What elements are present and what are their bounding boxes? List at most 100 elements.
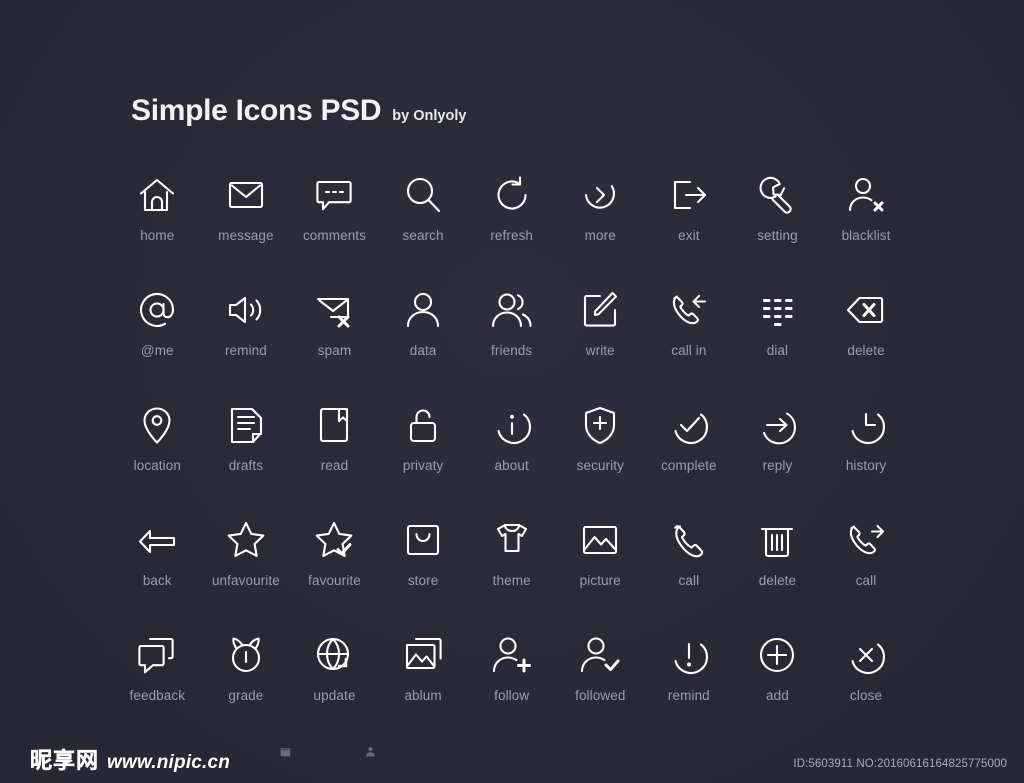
icon-cell-globe-update[interactable]: update [290, 628, 379, 743]
speaker-icon[interactable] [224, 283, 268, 337]
user-check-icon[interactable] [578, 628, 622, 682]
icon-cell-arrow-left[interactable]: back [113, 513, 202, 628]
at-sign-icon[interactable] [135, 283, 179, 337]
icon-label: history [845, 458, 887, 473]
backspace-x-icon[interactable] [844, 283, 888, 337]
icon-cell-users[interactable]: friends [467, 283, 556, 398]
icon-cell-star-outline[interactable]: unfavourite [202, 513, 291, 628]
icon-label: store [407, 573, 439, 588]
icon-cell-trash[interactable]: delete [733, 513, 822, 628]
icon-cell-user-plus[interactable]: follow [467, 628, 556, 743]
star-check-icon[interactable] [312, 513, 356, 567]
speech-bubble-dots-icon[interactable] [312, 168, 356, 222]
icon-cell-info-circle[interactable]: about [467, 398, 556, 513]
icon-cell-backspace-x[interactable]: delete [822, 283, 911, 398]
book-icon[interactable] [312, 398, 356, 452]
info-circle-icon[interactable] [490, 398, 534, 452]
icon-cell-refresh-arrow[interactable]: refresh [467, 168, 556, 283]
icon-cell-dial-pad[interactable]: dial [733, 283, 822, 398]
icon-cell-chat-windows[interactable]: feedback [113, 628, 202, 743]
icon-label: comments [302, 228, 367, 243]
icon-cell-clock[interactable]: history [822, 398, 911, 513]
envelope-x-icon[interactable] [312, 283, 356, 337]
users-icon[interactable] [490, 283, 534, 337]
icon-cell-draft-page[interactable]: drafts [202, 398, 291, 513]
refresh-arrow-icon[interactable] [490, 168, 534, 222]
icon-cell-speech-bubble-dots[interactable]: comments [290, 168, 379, 283]
image-icon[interactable] [578, 513, 622, 567]
tshirt-icon[interactable] [490, 513, 534, 567]
icon-label: delete [758, 573, 797, 588]
shield-plus-icon[interactable] [578, 398, 622, 452]
dial-pad-icon[interactable] [755, 283, 799, 337]
icon-cell-magnifier[interactable]: search [379, 168, 468, 283]
phone-icon[interactable] [667, 513, 711, 567]
icon-cell-plus-circle[interactable]: add [733, 628, 822, 743]
globe-update-icon[interactable] [312, 628, 356, 682]
icon-cell-open-lock[interactable]: privaty [379, 398, 468, 513]
clock-icon[interactable] [844, 398, 888, 452]
user-icon[interactable] [401, 283, 445, 337]
user-x-icon[interactable] [844, 168, 888, 222]
icon-label: followed [575, 688, 626, 703]
icon-cell-envelope-x[interactable]: spam [290, 283, 379, 398]
star-outline-icon[interactable] [224, 513, 268, 567]
icon-cell-star-check[interactable]: favourite [290, 513, 379, 628]
exit-arrow-icon[interactable] [667, 168, 711, 222]
icon-cell-chevron-right-circle[interactable]: more [556, 168, 645, 283]
x-circle-icon[interactable] [844, 628, 888, 682]
icon-cell-check-circle[interactable]: complete [645, 398, 734, 513]
icon-cell-phone-incoming[interactable]: call in [645, 283, 734, 398]
medal-icon[interactable] [224, 628, 268, 682]
icon-cell-exit-arrow[interactable]: exit [645, 168, 734, 283]
icon-cell-map-pin[interactable]: location [113, 398, 202, 513]
phone-outgoing-icon[interactable] [844, 513, 888, 567]
arrow-left-icon[interactable] [135, 513, 179, 567]
icon-cell-exclamation-circle[interactable]: remind [645, 628, 734, 743]
icon-cell-pencil-square[interactable]: write [556, 283, 645, 398]
icon-cell-image[interactable]: picture [556, 513, 645, 628]
chevron-right-circle-icon[interactable] [578, 168, 622, 222]
arrow-right-circle-icon[interactable] [755, 398, 799, 452]
icon-cell-arrow-right-circle[interactable]: reply [733, 398, 822, 513]
icon-cell-user-check[interactable]: followed [556, 628, 645, 743]
wrench-icon[interactable] [755, 168, 799, 222]
open-lock-icon[interactable] [401, 398, 445, 452]
photos-stack-icon[interactable] [401, 628, 445, 682]
icon-cell-user-x[interactable]: blacklist [822, 168, 911, 283]
icon-cell-phone-outgoing[interactable]: call [822, 513, 911, 628]
icon-row: location drafts read privaty about security co… [113, 398, 911, 513]
icon-cell-x-circle[interactable]: close [822, 628, 911, 743]
icon-cell-at-sign[interactable]: @me [113, 283, 202, 398]
envelope-icon[interactable] [224, 168, 268, 222]
check-circle-icon[interactable] [667, 398, 711, 452]
icon-cell-home[interactable]: home [113, 168, 202, 283]
icon-cell-shopping-bag[interactable]: store [379, 513, 468, 628]
icon-label: remind [667, 688, 710, 703]
icon-label: follow [494, 688, 530, 703]
icon-cell-medal[interactable]: grade [202, 628, 291, 743]
plus-circle-icon[interactable] [755, 628, 799, 682]
chat-windows-icon[interactable] [135, 628, 179, 682]
pencil-square-icon[interactable] [578, 283, 622, 337]
exclamation-circle-icon[interactable] [667, 628, 711, 682]
icon-cell-wrench[interactable]: setting [733, 168, 822, 283]
phone-incoming-icon[interactable] [667, 283, 711, 337]
icon-cell-shield-plus[interactable]: security [556, 398, 645, 513]
icon-cell-tshirt[interactable]: theme [467, 513, 556, 628]
map-pin-icon[interactable] [135, 398, 179, 452]
magnifier-icon[interactable] [401, 168, 445, 222]
icon-cell-speaker[interactable]: remind [202, 283, 291, 398]
draft-page-icon[interactable] [224, 398, 268, 452]
footer-watermark-bar: 昵享网 www.nipic.cn ID:5603911 NO:201606161… [0, 731, 1024, 783]
icon-label: call [678, 573, 700, 588]
icon-cell-phone[interactable]: call [645, 513, 734, 628]
icon-cell-user[interactable]: data [379, 283, 468, 398]
home-icon[interactable] [135, 168, 179, 222]
icon-cell-photos-stack[interactable]: ablum [379, 628, 468, 743]
icon-cell-envelope[interactable]: message [202, 168, 291, 283]
shopping-bag-icon[interactable] [401, 513, 445, 567]
icon-cell-book[interactable]: read [290, 398, 379, 513]
user-plus-icon[interactable] [490, 628, 534, 682]
trash-icon[interactable] [755, 513, 799, 567]
